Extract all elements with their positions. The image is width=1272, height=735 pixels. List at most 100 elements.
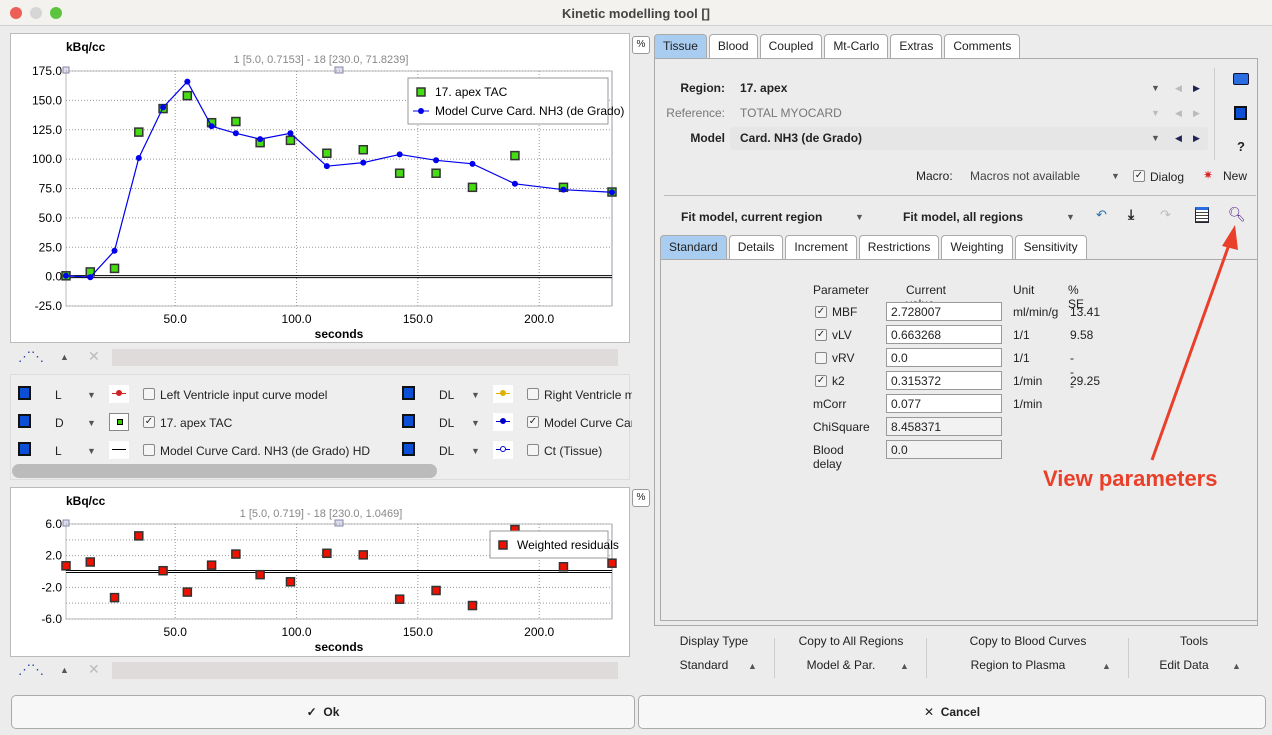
fit-current-region-button[interactable]: Fit model, current region bbox=[681, 210, 822, 224]
previous-icon[interactable]: ◀ bbox=[1175, 108, 1182, 119]
subtab-restrictions[interactable]: Restrictions bbox=[858, 235, 940, 259]
subtab-details[interactable]: Details bbox=[728, 235, 784, 259]
percent-button[interactable]: % bbox=[632, 489, 650, 507]
slider-track[interactable] bbox=[112, 662, 618, 679]
curve-visible-checkbox[interactable] bbox=[143, 444, 155, 456]
save-icon[interactable] bbox=[18, 442, 31, 456]
triangle-up-icon[interactable]: ▲ bbox=[60, 352, 69, 362]
param-value-input[interactable]: 0.315372 bbox=[886, 371, 1002, 390]
close-icon[interactable]: ✕ bbox=[88, 661, 100, 678]
param-fit-checkbox[interactable] bbox=[815, 352, 827, 364]
tool-select[interactable]: Edit Data bbox=[1130, 658, 1238, 672]
tab-comments[interactable]: Comments bbox=[944, 34, 1021, 58]
triangle-up-icon[interactable]: ▲ bbox=[1232, 661, 1241, 671]
slider-track[interactable] bbox=[112, 349, 618, 366]
param-value-input[interactable]: 0.077 bbox=[886, 394, 1002, 413]
help-icon[interactable]: ? bbox=[1237, 139, 1245, 154]
macro-value[interactable]: Macros not available bbox=[970, 169, 1080, 183]
curve-visible-checkbox[interactable] bbox=[527, 444, 539, 456]
tab-mt-carlo[interactable]: Mt-Carlo bbox=[824, 34, 889, 58]
previous-icon[interactable]: ◀ bbox=[1175, 83, 1182, 94]
param-value-input[interactable]: 0.0 bbox=[886, 348, 1002, 367]
dropdown-icon[interactable]: ▼ bbox=[471, 446, 480, 456]
save-icon[interactable] bbox=[402, 414, 415, 428]
residual-chart[interactable]: kBq/cc 1 [5.0, 0.719] - 18 [230.0, 1.0469… bbox=[11, 488, 631, 658]
new-macro-button[interactable]: New bbox=[1223, 169, 1247, 183]
dropdown-icon[interactable]: ▼ bbox=[471, 390, 480, 400]
percent-button[interactable]: % bbox=[632, 36, 650, 54]
dropdown-icon[interactable]: ▼ bbox=[471, 418, 480, 428]
curve-visible-checkbox[interactable] bbox=[143, 388, 155, 400]
save-icon[interactable] bbox=[18, 386, 31, 400]
param-value-input[interactable]: 2.728007 bbox=[886, 302, 1002, 321]
curve-mode[interactable]: L bbox=[55, 444, 62, 458]
curve-style-swatch[interactable] bbox=[493, 441, 513, 459]
curve-visible-checkbox[interactable] bbox=[527, 388, 539, 400]
close-icon[interactable]: ✕ bbox=[88, 348, 100, 365]
ok-button[interactable]: ✓ Ok bbox=[11, 695, 635, 729]
curve-visible-checkbox[interactable]: ✓ bbox=[527, 416, 539, 428]
save-icon[interactable] bbox=[402, 442, 415, 456]
dialog-checkbox[interactable]: ✓ bbox=[1133, 170, 1145, 182]
tab-tissue[interactable]: Tissue bbox=[654, 34, 707, 58]
cancel-button[interactable]: ✕ Cancel bbox=[638, 695, 1266, 729]
horizontal-scrollbar[interactable] bbox=[12, 464, 437, 478]
subtab-increment[interactable]: Increment bbox=[785, 235, 857, 259]
triangle-up-icon[interactable]: ▲ bbox=[900, 661, 909, 671]
model-value[interactable]: Card. NH3 (de Grado) bbox=[740, 131, 862, 145]
curve-mode[interactable]: D bbox=[55, 416, 64, 430]
dropdown-icon[interactable]: ▼ bbox=[855, 212, 864, 222]
next-icon[interactable]: ▶ bbox=[1193, 133, 1200, 144]
triangle-up-icon[interactable]: ▲ bbox=[60, 665, 69, 675]
tool-select[interactable]: Region to Plasma bbox=[928, 658, 1108, 672]
dropdown-icon[interactable]: ▼ bbox=[87, 390, 96, 400]
curve-style-icon[interactable]: ⋰⋱ bbox=[18, 349, 44, 365]
curve-style-swatch[interactable] bbox=[109, 413, 129, 431]
curve-style-swatch[interactable] bbox=[493, 413, 513, 431]
curve-mode[interactable]: L bbox=[55, 388, 62, 402]
curve-style-swatch[interactable] bbox=[493, 385, 513, 403]
fit-all-regions-button[interactable]: Fit model, all regions bbox=[903, 210, 1023, 224]
subtab-sensitivity[interactable]: Sensitivity bbox=[1014, 235, 1087, 259]
curve-mode[interactable]: DL bbox=[439, 416, 454, 430]
previous-icon[interactable]: ◀ bbox=[1175, 133, 1182, 144]
tool-select[interactable]: Model & Par. bbox=[776, 658, 906, 672]
param-value-input[interactable]: 0.663268 bbox=[886, 325, 1002, 344]
save-icon[interactable] bbox=[1234, 106, 1247, 120]
curve-style-swatch[interactable] bbox=[109, 441, 129, 459]
curve-style-icon[interactable]: ⋰⋱ bbox=[18, 662, 44, 678]
new-macro-icon[interactable]: ✷ bbox=[1203, 168, 1213, 182]
next-icon[interactable]: ▶ bbox=[1193, 83, 1200, 94]
curve-style-swatch[interactable] bbox=[109, 385, 129, 403]
param-fit-checkbox[interactable]: ✓ bbox=[815, 306, 827, 318]
reference-value[interactable]: TOTAL MYOCARD bbox=[740, 106, 842, 120]
dropdown-icon[interactable]: ▼ bbox=[1111, 171, 1120, 181]
param-fit-checkbox[interactable]: ✓ bbox=[815, 375, 827, 387]
subtab-weighting[interactable]: Weighting bbox=[941, 235, 1013, 259]
save-icon[interactable] bbox=[18, 414, 31, 428]
tab-blood[interactable]: Blood bbox=[708, 34, 758, 58]
curve-mode[interactable]: DL bbox=[439, 444, 454, 458]
dropdown-icon[interactable]: ▼ bbox=[1151, 83, 1160, 93]
region-value[interactable]: 17. apex bbox=[740, 81, 787, 95]
triangle-up-icon[interactable]: ▲ bbox=[1102, 661, 1111, 671]
next-icon[interactable]: ▶ bbox=[1193, 108, 1200, 119]
tool-select[interactable]: Standard bbox=[654, 658, 754, 672]
tab-extras[interactable]: Extras bbox=[890, 34, 943, 58]
curve-visible-checkbox[interactable]: ✓ bbox=[143, 416, 155, 428]
dropdown-icon[interactable]: ▼ bbox=[1151, 133, 1160, 143]
open-folder-icon[interactable] bbox=[1233, 73, 1249, 85]
subtab-standard[interactable]: Standard bbox=[660, 235, 727, 259]
download-icon[interactable]: ⤓ bbox=[1128, 206, 1134, 223]
param-fit-checkbox[interactable]: ✓ bbox=[815, 329, 827, 341]
dropdown-icon[interactable]: ▼ bbox=[1066, 212, 1075, 222]
tac-chart[interactable]: kBq/cc 1 [5.0, 0.7153] - 18 [230.0, 71.82… bbox=[11, 34, 631, 344]
tab-coupled[interactable]: Coupled bbox=[759, 34, 823, 58]
save-icon[interactable] bbox=[402, 386, 415, 400]
dropdown-icon[interactable]: ▼ bbox=[87, 446, 96, 456]
dropdown-icon[interactable]: ▼ bbox=[87, 418, 96, 428]
curve-mode[interactable]: DL bbox=[439, 388, 454, 402]
undo-icon[interactable]: ↶ bbox=[1096, 207, 1107, 223]
triangle-up-icon[interactable]: ▲ bbox=[748, 661, 757, 671]
dropdown-icon[interactable]: ▼ bbox=[1151, 108, 1160, 118]
